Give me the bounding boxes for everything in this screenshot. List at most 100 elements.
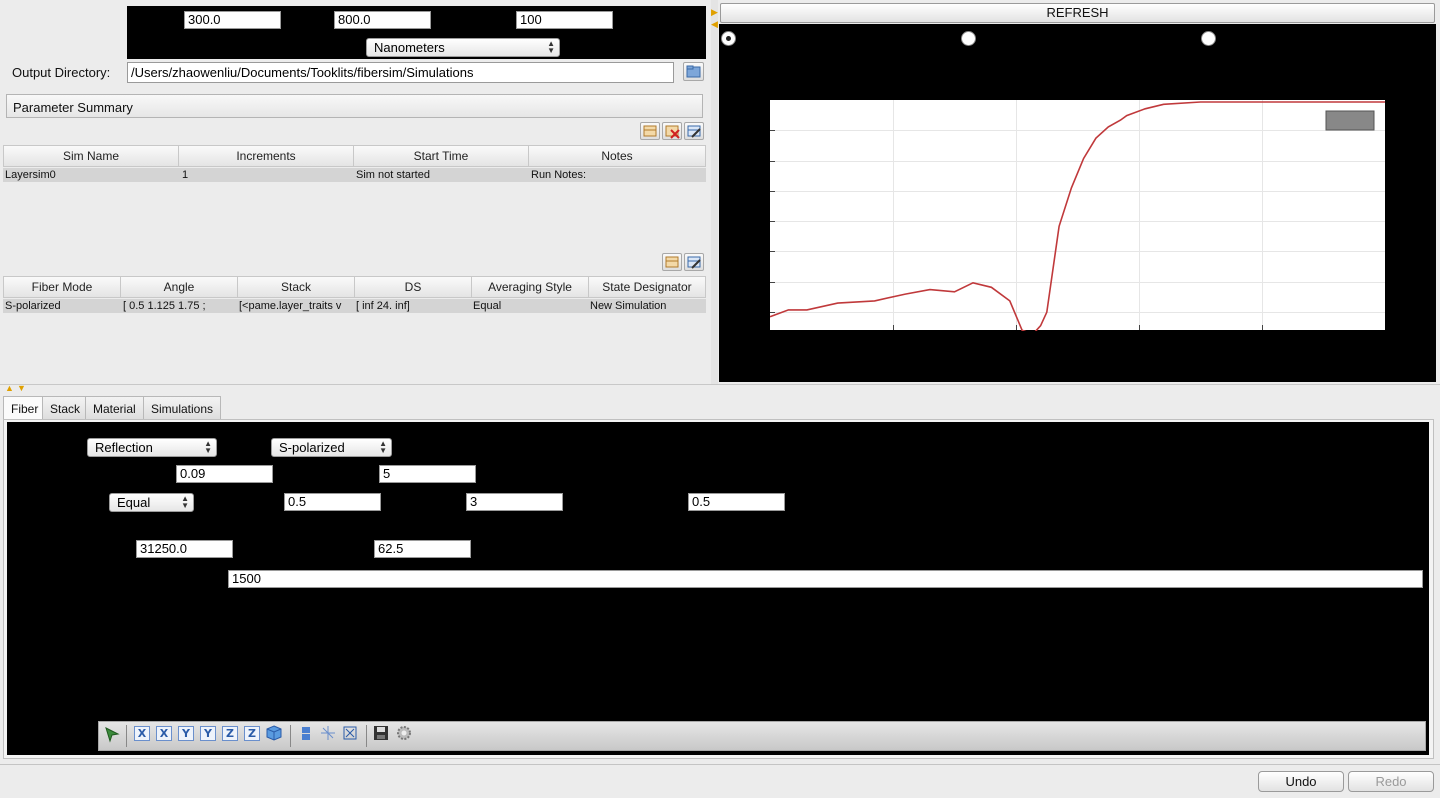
averaging-label: Equal <box>117 495 151 510</box>
edit-fiber-button[interactable] <box>684 253 704 271</box>
fullscreen-icon[interactable] <box>341 724 359 742</box>
units-dropdown[interactable]: Nanometers ▲ ▼ <box>366 38 560 57</box>
mode-type-dropdown[interactable]: Reflection ▲ ▼ <box>87 438 217 457</box>
col-increments[interactable]: Increments <box>179 146 354 166</box>
cell-angle: [ 0.5 1.125 1.75 ; <box>123 300 206 312</box>
redo-button[interactable]: Redo <box>1348 771 1434 792</box>
select-arrow-icon[interactable] <box>103 725 121 743</box>
col-averaging-style[interactable]: Averaging Style <box>472 277 589 297</box>
value-d-field[interactable]: 62.5 <box>374 540 471 558</box>
tab-stack[interactable]: Stack <box>42 396 89 420</box>
sim-table-header: Sim Name Increments Start Time Notes <box>3 145 706 167</box>
isometric-cube-icon[interactable] <box>265 724 283 742</box>
legend-box <box>1325 110 1375 131</box>
plot-area <box>770 100 1385 330</box>
dropdown-arrows-icon: ▲ ▼ <box>547 39 555 55</box>
angle-end-field[interactable]: 0.5 <box>688 493 785 511</box>
undo-button[interactable]: Undo <box>1258 771 1344 792</box>
horizontal-splitter[interactable]: ▲ ▼ <box>0 383 1440 393</box>
parallel-projection-icon[interactable] <box>297 724 315 742</box>
cell-fiber-mode: S-polarized <box>5 300 61 312</box>
mode-type-label: Reflection <box>95 440 153 455</box>
cell-averaging-style: Equal <box>473 300 502 312</box>
expand-arrow-icon: ◀ <box>711 19 718 29</box>
cell-stack: [<pame.layer_traits v <box>239 300 342 312</box>
edit-table-icon <box>687 256 701 269</box>
range-end-field[interactable]: 800.0 <box>334 11 431 29</box>
radio-dot <box>726 36 731 41</box>
output-directory-field[interactable]: /Users/zhaowenliu/Documents/Tooklits/fib… <box>127 62 674 83</box>
col-ds[interactable]: DS <box>355 277 472 297</box>
add-table-icon <box>665 256 679 268</box>
value-c-field[interactable]: 31250.0 <box>136 540 233 558</box>
cell-start-time: Sim not started <box>356 169 430 181</box>
cell-state-designator: New Simulation <box>590 300 667 312</box>
col-fiber-mode[interactable]: Fiber Mode <box>4 277 121 297</box>
polarization-label: S-polarized <box>279 440 345 455</box>
cell-sim-name: Layersim0 <box>5 169 56 181</box>
split-up-arrow-icon: ▲ <box>5 383 14 393</box>
cell-increments: 1 <box>182 169 189 181</box>
delete-sim-button[interactable] <box>662 122 682 140</box>
view-neg-x-icon[interactable]: X <box>156 726 172 741</box>
edit-sim-button[interactable] <box>684 122 704 140</box>
radio-button-2[interactable] <box>961 31 976 46</box>
view-z-icon[interactable]: Z <box>222 726 238 741</box>
angle-steps-field[interactable]: 3 <box>466 493 563 511</box>
split-down-arrow-icon: ▼ <box>17 383 26 393</box>
axes-icon[interactable] <box>319 724 337 742</box>
units-dropdown-label: Nanometers <box>374 40 445 55</box>
col-state-designator[interactable]: State Designator <box>589 277 705 297</box>
delete-table-icon <box>665 125 680 139</box>
table-row[interactable]: S-polarized [ 0.5 1.125 1.75 ; [<pame.la… <box>3 299 706 313</box>
table-row[interactable]: Layersim0 1 Sim not started Run Notes: <box>3 168 706 182</box>
value-b-field[interactable]: 5 <box>379 465 476 483</box>
polarization-dropdown[interactable]: S-polarized ▲ ▼ <box>271 438 392 457</box>
tab-fiber[interactable]: Fiber <box>3 396 47 421</box>
toolbar-separator <box>290 725 291 747</box>
toolbar-separator <box>366 725 367 747</box>
value-e-field[interactable]: 1500 <box>228 570 1423 588</box>
dropdown-arrows-icon: ▲ ▼ <box>181 494 189 510</box>
col-start-time[interactable]: Start Time <box>354 146 529 166</box>
add-fiber-button[interactable] <box>662 253 682 271</box>
toolbar-separator <box>126 725 127 747</box>
view-neg-y-icon[interactable]: Y <box>200 726 216 741</box>
add-sim-button[interactable] <box>640 122 660 140</box>
view-neg-z-icon[interactable]: Z <box>244 726 260 741</box>
cell-notes: Run Notes: <box>531 169 587 181</box>
averaging-dropdown[interactable]: Equal ▲ ▼ <box>109 493 194 512</box>
parameter-summary-header: Parameter Summary <box>6 94 703 118</box>
col-stack[interactable]: Stack <box>238 277 355 297</box>
parameter-summary-title: Parameter Summary <box>13 100 133 115</box>
folder-icon <box>686 65 701 78</box>
reflectance-chart <box>770 100 1385 331</box>
radio-button-3[interactable] <box>1201 31 1216 46</box>
add-table-icon <box>643 125 657 137</box>
view-y-icon[interactable]: Y <box>178 726 194 741</box>
tab-material[interactable]: Material <box>85 396 144 420</box>
settings-gear-icon[interactable] <box>395 724 413 742</box>
col-notes[interactable]: Notes <box>529 146 705 166</box>
value-a-field[interactable]: 0.09 <box>176 465 273 483</box>
vertical-splitter[interactable]: ▶ ◀ <box>711 0 718 384</box>
range-start-field[interactable]: 300.0 <box>184 11 281 29</box>
output-directory-label: Output Directory: <box>12 65 111 80</box>
save-icon[interactable] <box>372 724 390 742</box>
range-points-field[interactable]: 100 <box>516 11 613 29</box>
radio-button-1[interactable] <box>721 31 736 46</box>
refresh-button[interactable]: REFRESH <box>720 3 1435 23</box>
footer-divider <box>0 764 1440 765</box>
col-sim-name[interactable]: Sim Name <box>4 146 179 166</box>
col-angle[interactable]: Angle <box>121 277 238 297</box>
fiber-table-header: Fiber Mode Angle Stack DS Averaging Styl… <box>3 276 706 298</box>
edit-table-icon <box>687 125 701 138</box>
view-x-icon[interactable]: X <box>134 726 150 741</box>
tab-simulations[interactable]: Simulations <box>143 396 222 420</box>
angle-start-field[interactable]: 0.5 <box>284 493 381 511</box>
dropdown-arrows-icon: ▲ ▼ <box>204 439 212 455</box>
dropdown-arrows-icon: ▲ ▼ <box>379 439 387 455</box>
browse-folder-button[interactable] <box>683 62 704 81</box>
cell-ds: [ inf 24. inf] <box>356 300 410 312</box>
collapse-arrow-icon: ▶ <box>711 7 718 17</box>
